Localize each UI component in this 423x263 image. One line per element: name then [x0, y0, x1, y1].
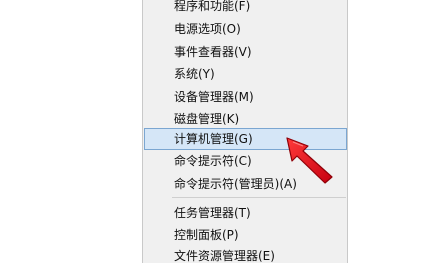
menu-item-label: 设备管理器(M)	[174, 90, 254, 104]
winx-context-menu: 程序和功能(F) 电源选项(O) 事件查看器(V) 系统(Y) 设备管理器(M)…	[142, 0, 348, 263]
menu-item-label: 计算机管理(G)	[174, 132, 253, 146]
screenshot-stage: 程序和功能(F) 电源选项(O) 事件查看器(V) 系统(Y) 设备管理器(M)…	[0, 0, 423, 263]
menu-item-programs-features[interactable]: 程序和功能(F)	[144, 0, 347, 17]
menu-item-system[interactable]: 系统(Y)	[144, 64, 347, 85]
menu-item-label: 命令提示符(C)	[174, 154, 252, 168]
menu-separator	[172, 197, 346, 198]
menu-item-device-manager[interactable]: 设备管理器(M)	[144, 87, 347, 108]
menu-item-control-panel[interactable]: 控制面板(P)	[144, 225, 347, 246]
menu-item-event-viewer[interactable]: 事件查看器(V)	[144, 42, 347, 63]
menu-item-label: 磁盘管理(K)	[174, 112, 240, 126]
menu-item-label: 控制面板(P)	[174, 228, 239, 242]
menu-item-label: 系统(Y)	[174, 67, 215, 81]
menu-item-label: 文件资源管理器(E)	[174, 249, 275, 263]
menu-item-label: 电源选项(O)	[174, 22, 241, 36]
menu-item-label: 命令提示符(管理员)(A)	[174, 177, 297, 191]
menu-item-label: 程序和功能(F)	[174, 0, 251, 13]
menu-item-label: 事件查看器(V)	[174, 45, 252, 59]
menu-item-task-manager[interactable]: 任务管理器(T)	[144, 203, 347, 224]
menu-item-power-options[interactable]: 电源选项(O)	[144, 19, 347, 40]
menu-item-disk-management[interactable]: 磁盘管理(K)	[144, 109, 347, 130]
menu-item-label: 任务管理器(T)	[174, 206, 251, 220]
red-pointer-arrow-icon	[286, 137, 333, 184]
menu-item-file-explorer[interactable]: 文件资源管理器(E)	[144, 246, 347, 263]
